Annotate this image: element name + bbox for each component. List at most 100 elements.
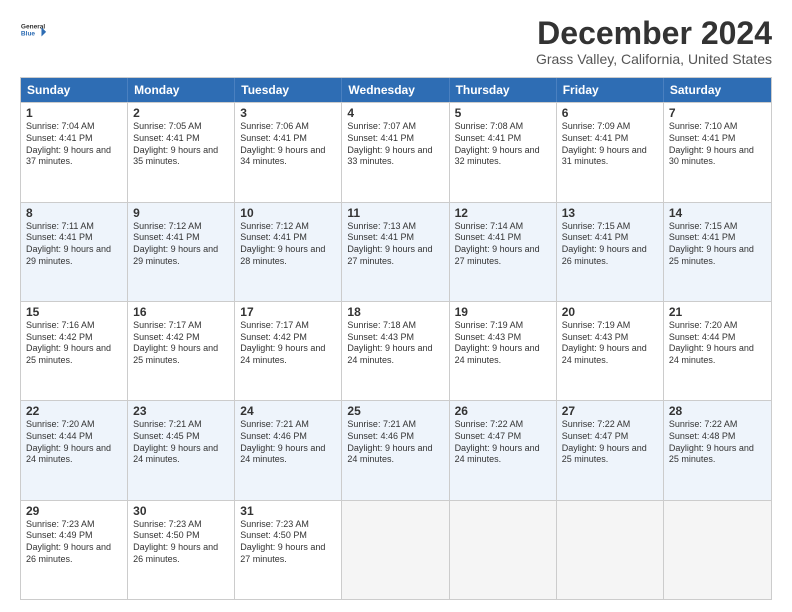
week-5: 29Sunrise: 7:23 AMSunset: 4:49 PMDayligh… <box>21 500 771 599</box>
cal-cell: 7Sunrise: 7:10 AMSunset: 4:41 PMDaylight… <box>664 103 771 201</box>
cal-cell: 2Sunrise: 7:05 AMSunset: 4:41 PMDaylight… <box>128 103 235 201</box>
cal-cell: 21Sunrise: 7:20 AMSunset: 4:44 PMDayligh… <box>664 302 771 400</box>
cal-cell: 31Sunrise: 7:23 AMSunset: 4:50 PMDayligh… <box>235 501 342 599</box>
header-thursday: Thursday <box>450 78 557 102</box>
cal-cell: 12Sunrise: 7:14 AMSunset: 4:41 PMDayligh… <box>450 203 557 301</box>
cell-content: Sunrise: 7:13 AMSunset: 4:41 PMDaylight:… <box>347 221 432 266</box>
cal-cell: 27Sunrise: 7:22 AMSunset: 4:47 PMDayligh… <box>557 401 664 499</box>
logo-icon: GeneralBlue <box>20 16 48 44</box>
day-number: 15 <box>26 305 122 319</box>
cal-cell <box>664 501 771 599</box>
cal-cell: 19Sunrise: 7:19 AMSunset: 4:43 PMDayligh… <box>450 302 557 400</box>
day-number: 27 <box>562 404 658 418</box>
cell-content: Sunrise: 7:06 AMSunset: 4:41 PMDaylight:… <box>240 121 325 166</box>
cell-content: Sunrise: 7:19 AMSunset: 4:43 PMDaylight:… <box>562 320 647 365</box>
cell-content: Sunrise: 7:16 AMSunset: 4:42 PMDaylight:… <box>26 320 111 365</box>
day-number: 8 <box>26 206 122 220</box>
cell-content: Sunrise: 7:08 AMSunset: 4:41 PMDaylight:… <box>455 121 540 166</box>
day-number: 11 <box>347 206 443 220</box>
cell-content: Sunrise: 7:23 AMSunset: 4:50 PMDaylight:… <box>133 519 218 564</box>
cell-content: Sunrise: 7:20 AMSunset: 4:44 PMDaylight:… <box>669 320 754 365</box>
day-number: 7 <box>669 106 766 120</box>
cal-cell: 25Sunrise: 7:21 AMSunset: 4:46 PMDayligh… <box>342 401 449 499</box>
day-number: 1 <box>26 106 122 120</box>
cell-content: Sunrise: 7:15 AMSunset: 4:41 PMDaylight:… <box>562 221 647 266</box>
page: GeneralBlue December 2024 Grass Valley, … <box>0 0 792 612</box>
cal-cell: 16Sunrise: 7:17 AMSunset: 4:42 PMDayligh… <box>128 302 235 400</box>
cal-cell: 28Sunrise: 7:22 AMSunset: 4:48 PMDayligh… <box>664 401 771 499</box>
day-number: 17 <box>240 305 336 319</box>
cell-content: Sunrise: 7:22 AMSunset: 4:47 PMDaylight:… <box>455 419 540 464</box>
cell-content: Sunrise: 7:20 AMSunset: 4:44 PMDaylight:… <box>26 419 111 464</box>
cal-cell: 10Sunrise: 7:12 AMSunset: 4:41 PMDayligh… <box>235 203 342 301</box>
cal-cell: 14Sunrise: 7:15 AMSunset: 4:41 PMDayligh… <box>664 203 771 301</box>
svg-text:Blue: Blue <box>21 31 35 38</box>
cell-content: Sunrise: 7:10 AMSunset: 4:41 PMDaylight:… <box>669 121 754 166</box>
week-1: 1Sunrise: 7:04 AMSunset: 4:41 PMDaylight… <box>21 102 771 201</box>
calendar: Sunday Monday Tuesday Wednesday Thursday… <box>20 77 772 600</box>
day-number: 4 <box>347 106 443 120</box>
day-number: 25 <box>347 404 443 418</box>
cal-cell: 3Sunrise: 7:06 AMSunset: 4:41 PMDaylight… <box>235 103 342 201</box>
day-number: 28 <box>669 404 766 418</box>
day-number: 2 <box>133 106 229 120</box>
cal-cell: 30Sunrise: 7:23 AMSunset: 4:50 PMDayligh… <box>128 501 235 599</box>
day-number: 14 <box>669 206 766 220</box>
week-4: 22Sunrise: 7:20 AMSunset: 4:44 PMDayligh… <box>21 400 771 499</box>
header-friday: Friday <box>557 78 664 102</box>
cell-content: Sunrise: 7:21 AMSunset: 4:45 PMDaylight:… <box>133 419 218 464</box>
cal-cell: 26Sunrise: 7:22 AMSunset: 4:47 PMDayligh… <box>450 401 557 499</box>
day-number: 13 <box>562 206 658 220</box>
cal-cell <box>450 501 557 599</box>
cal-cell: 6Sunrise: 7:09 AMSunset: 4:41 PMDaylight… <box>557 103 664 201</box>
header-monday: Monday <box>128 78 235 102</box>
cell-content: Sunrise: 7:22 AMSunset: 4:48 PMDaylight:… <box>669 419 754 464</box>
cal-cell: 13Sunrise: 7:15 AMSunset: 4:41 PMDayligh… <box>557 203 664 301</box>
main-title: December 2024 <box>536 16 772 51</box>
cell-content: Sunrise: 7:12 AMSunset: 4:41 PMDaylight:… <box>133 221 218 266</box>
cal-cell: 15Sunrise: 7:16 AMSunset: 4:42 PMDayligh… <box>21 302 128 400</box>
day-number: 12 <box>455 206 551 220</box>
cell-content: Sunrise: 7:18 AMSunset: 4:43 PMDaylight:… <box>347 320 432 365</box>
day-number: 21 <box>669 305 766 319</box>
day-number: 16 <box>133 305 229 319</box>
cal-cell: 17Sunrise: 7:17 AMSunset: 4:42 PMDayligh… <box>235 302 342 400</box>
cell-content: Sunrise: 7:23 AMSunset: 4:50 PMDaylight:… <box>240 519 325 564</box>
logo: GeneralBlue <box>20 16 48 44</box>
day-number: 26 <box>455 404 551 418</box>
cal-cell <box>557 501 664 599</box>
cal-cell: 5Sunrise: 7:08 AMSunset: 4:41 PMDaylight… <box>450 103 557 201</box>
cell-content: Sunrise: 7:23 AMSunset: 4:49 PMDaylight:… <box>26 519 111 564</box>
cal-cell: 18Sunrise: 7:18 AMSunset: 4:43 PMDayligh… <box>342 302 449 400</box>
cell-content: Sunrise: 7:11 AMSunset: 4:41 PMDaylight:… <box>26 221 111 266</box>
cell-content: Sunrise: 7:04 AMSunset: 4:41 PMDaylight:… <box>26 121 111 166</box>
header-tuesday: Tuesday <box>235 78 342 102</box>
week-2: 8Sunrise: 7:11 AMSunset: 4:41 PMDaylight… <box>21 202 771 301</box>
header: GeneralBlue December 2024 Grass Valley, … <box>20 16 772 67</box>
cell-content: Sunrise: 7:17 AMSunset: 4:42 PMDaylight:… <box>240 320 325 365</box>
cal-cell: 29Sunrise: 7:23 AMSunset: 4:49 PMDayligh… <box>21 501 128 599</box>
cal-cell: 22Sunrise: 7:20 AMSunset: 4:44 PMDayligh… <box>21 401 128 499</box>
cell-content: Sunrise: 7:07 AMSunset: 4:41 PMDaylight:… <box>347 121 432 166</box>
cell-content: Sunrise: 7:05 AMSunset: 4:41 PMDaylight:… <box>133 121 218 166</box>
day-number: 5 <box>455 106 551 120</box>
cal-cell: 20Sunrise: 7:19 AMSunset: 4:43 PMDayligh… <box>557 302 664 400</box>
calendar-header: Sunday Monday Tuesday Wednesday Thursday… <box>21 78 771 102</box>
day-number: 10 <box>240 206 336 220</box>
day-number: 23 <box>133 404 229 418</box>
header-saturday: Saturday <box>664 78 771 102</box>
day-number: 20 <box>562 305 658 319</box>
day-number: 22 <box>26 404 122 418</box>
day-number: 31 <box>240 504 336 518</box>
cal-cell <box>342 501 449 599</box>
day-number: 30 <box>133 504 229 518</box>
day-number: 29 <box>26 504 122 518</box>
subtitle: Grass Valley, California, United States <box>536 51 772 67</box>
day-number: 9 <box>133 206 229 220</box>
cal-cell: 8Sunrise: 7:11 AMSunset: 4:41 PMDaylight… <box>21 203 128 301</box>
header-wednesday: Wednesday <box>342 78 449 102</box>
cell-content: Sunrise: 7:09 AMSunset: 4:41 PMDaylight:… <box>562 121 647 166</box>
cell-content: Sunrise: 7:21 AMSunset: 4:46 PMDaylight:… <box>240 419 325 464</box>
day-number: 6 <box>562 106 658 120</box>
cal-cell: 4Sunrise: 7:07 AMSunset: 4:41 PMDaylight… <box>342 103 449 201</box>
